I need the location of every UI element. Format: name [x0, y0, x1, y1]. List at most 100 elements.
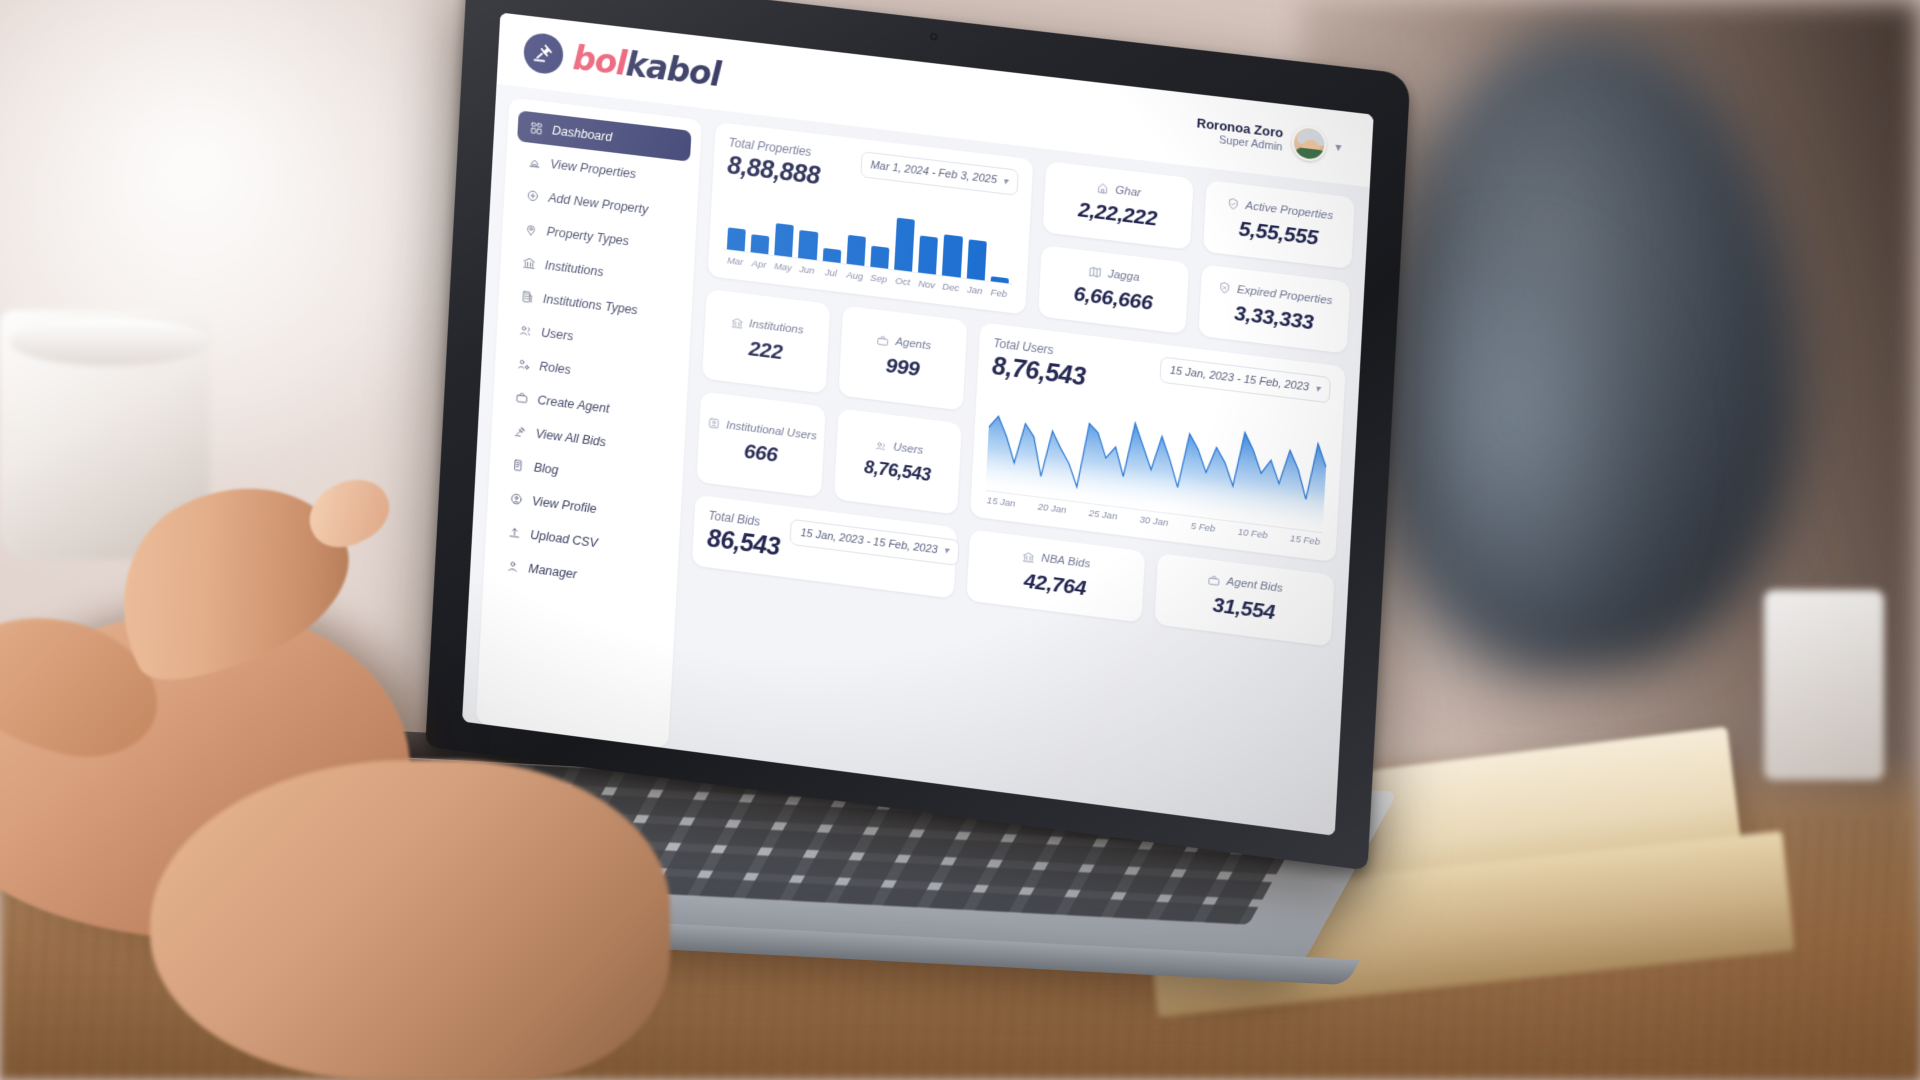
area-axis-label: 5 Feb — [1190, 521, 1215, 535]
stat-label-agents: Agents — [876, 333, 931, 353]
stat-value-agent-bids: 31,554 — [1212, 593, 1276, 625]
user-square-icon — [707, 416, 721, 431]
bar-aug — [846, 234, 866, 266]
middle-left-row-1: Institutions 222 Agents 999 — [702, 289, 968, 411]
laptop-lid: bolkabol Roronoa Zoro Super Admin ▾ Dash… — [425, 0, 1410, 871]
stat-card-institutions[interactable]: Institutions 222 — [702, 289, 830, 394]
middle-left-row-2: Institutional Users 666 Users 8,76,543 — [696, 392, 962, 515]
stat-label-text-agents: Agents — [895, 336, 931, 352]
stat-label-text-institutions: Institutions — [749, 318, 804, 337]
user-circle-icon — [508, 490, 523, 507]
bar-axis-label: Sep — [869, 273, 888, 286]
stat-card-ghar[interactable]: Ghar 2,22,222 — [1042, 161, 1193, 250]
bar-apr — [751, 235, 770, 255]
sidebar-item-label: Dashboard — [552, 123, 613, 144]
sidebar-item-label: Blog — [534, 460, 559, 477]
total-users-daterange-picker[interactable]: 15 Jan, 2023 - 15 Feb, 2023 ▾ — [1159, 356, 1331, 403]
stat-label-text-institutional-users: Institutional Users — [726, 419, 817, 442]
avatar[interactable] — [1291, 125, 1327, 163]
stat-label-agent-bids: Agent Bids — [1207, 573, 1283, 596]
bar-axis-label: Nov — [917, 278, 936, 291]
bar-axis-label: Feb — [989, 287, 1008, 300]
stat-card-nba-bids[interactable]: NBA Bids 42,764 — [966, 529, 1145, 622]
sidebar-item-label: View All Bids — [535, 426, 606, 449]
stat-value-nba-bids: 42,764 — [1023, 569, 1086, 601]
stat-label-text-jagga: Jagga — [1108, 268, 1140, 284]
stat-value-jagga: 6,66,666 — [1073, 282, 1153, 316]
total-bids-daterange-label: 15 Jan, 2023 - 15 Feb, 2023 — [800, 527, 938, 556]
stat-label-nba-bids: NBA Bids — [1022, 550, 1090, 572]
total-bids-daterange-picker[interactable]: 15 Jan, 2023 - 15 Feb, 2023 ▾ — [790, 519, 959, 566]
manager-icon — [505, 558, 520, 575]
chevron-down-icon[interactable]: ▾ — [1335, 140, 1342, 155]
main-content: Total Properties 8,88,888 Mar 1, 2024 - … — [682, 122, 1355, 834]
sidebar-item-label: Upload CSV — [530, 527, 598, 549]
bank-icon — [1022, 550, 1036, 565]
dashboard-app: bolkabol Roronoa Zoro Super Admin ▾ Dash… — [462, 13, 1374, 836]
stat-value-ghar: 2,22,222 — [1077, 198, 1157, 231]
stat-card-agent-bids[interactable]: Agent Bids 31,554 — [1154, 553, 1334, 647]
bar-oct — [894, 218, 915, 272]
avatar-scarf — [1295, 147, 1326, 161]
brand-logo[interactable]: bolkabol — [523, 31, 722, 94]
bar-axis-label: May — [774, 261, 793, 274]
chevron-down-icon: ▾ — [1003, 176, 1009, 188]
total-properties-daterange-picker[interactable]: Mar 1, 2024 - Feb 3, 2025 ▾ — [860, 151, 1019, 196]
user-menu[interactable]: Roronoa Zoro Super Admin ▾ — [1195, 113, 1342, 164]
brand-text-part1: bol — [572, 38, 627, 83]
stat-card-users[interactable]: Users 8,76,543 — [834, 409, 962, 515]
sidebar-item-label: Users — [541, 325, 574, 343]
laptop-screen-bezel: bolkabol Roronoa Zoro Super Admin ▾ Dash… — [462, 13, 1374, 836]
briefcase-icon — [1207, 573, 1221, 588]
article-icon — [510, 456, 525, 473]
stat-label-text-agent-bids: Agent Bids — [1226, 576, 1283, 595]
bar-axis-label: Aug — [845, 270, 864, 283]
stat-card-expired-properties[interactable]: Expired Properties 3,33,333 — [1198, 264, 1350, 353]
sidebar-item-label: Property Types — [546, 224, 629, 248]
grid-dashboard-icon — [528, 120, 543, 137]
stat-label-institutions: Institutions — [730, 316, 804, 338]
sidebar: Dashboard View Properties Add New Property… — [476, 97, 702, 748]
gavel-icon — [512, 423, 527, 440]
sidebar-item-label: View Properties — [550, 157, 636, 181]
user-gear-icon — [515, 355, 530, 372]
bar-jun — [798, 230, 818, 260]
bar-jan — [966, 239, 986, 280]
laptop-screen: bolkabol Roronoa Zoro Super Admin ▾ Dash… — [462, 13, 1374, 836]
stat-card-agents[interactable]: Agents 999 — [838, 306, 967, 412]
stat-value-active-properties: 5,55,555 — [1238, 217, 1318, 251]
stat-value-agents: 999 — [885, 354, 920, 382]
bar-sep — [870, 246, 889, 269]
laptop: bolkabol Roronoa Zoro Super Admin ▾ Dash… — [0, 0, 1920, 1080]
sidebar-item-label: Manager — [528, 561, 577, 581]
stat-card-jagga[interactable]: Jagga 6,66,666 — [1038, 245, 1189, 334]
stat-label-institutional-users: Institutional Users — [707, 416, 817, 443]
bar-column — [822, 202, 843, 263]
middle-left-stats: Institutions 222 Agents 999 Institutiona… — [696, 289, 967, 514]
brand-text-part2: kabol — [625, 44, 721, 94]
sidebar-item-label: Add New Property — [548, 190, 648, 216]
stat-card-active-properties[interactable]: Active Properties 5,55,555 — [1203, 180, 1355, 269]
sidebar-item-label: Create Agent — [537, 393, 610, 416]
stat-card-institutional-users[interactable]: Institutional Users 666 — [696, 392, 826, 498]
bar-column — [798, 199, 819, 260]
bar-axis-label: Mar — [726, 255, 745, 268]
stat-label-text-ghar: Ghar — [1115, 184, 1141, 199]
bar-column — [846, 205, 867, 266]
shield-check-icon — [1226, 197, 1240, 212]
area-axis-label: 20 Jan — [1037, 501, 1066, 516]
bar-column — [751, 193, 772, 254]
bar-column — [894, 211, 915, 272]
sidebar-item-label: Roles — [539, 359, 571, 377]
stat-label-text-active-properties: Active Properties — [1245, 199, 1333, 222]
bar-column — [990, 222, 1011, 283]
plus-circle-icon — [525, 187, 540, 204]
area-axis-label: 15 Feb — [1290, 533, 1320, 548]
stat-label-text-nba-bids: NBA Bids — [1041, 553, 1090, 571]
brand-wordmark: bolkabol — [572, 38, 721, 94]
user-meta: Roronoa Zoro Super Admin — [1196, 115, 1284, 155]
bar-axis-label: Jun — [798, 264, 817, 277]
bar-axis-label: Apr — [750, 258, 769, 271]
bar-column — [966, 219, 987, 280]
briefcase-icon — [514, 389, 529, 406]
